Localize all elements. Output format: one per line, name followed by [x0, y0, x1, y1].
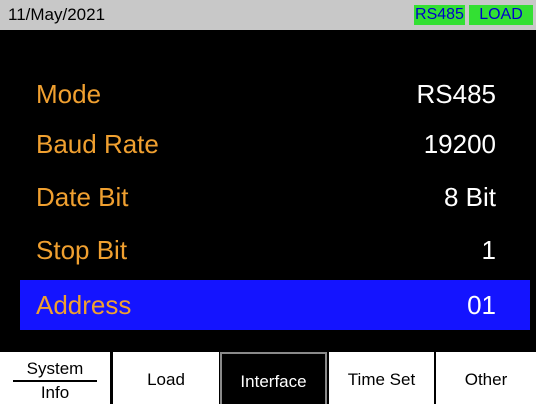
setting-label: Baud Rate [36, 129, 159, 159]
status-bar: 11/May/2021 RS485 LOAD [0, 0, 536, 30]
load-mode-badge: LOAD [469, 5, 533, 25]
softkey-label: Load [147, 370, 185, 389]
status-date: 11/May/2021 [8, 5, 106, 24]
setting-value: RS485 [416, 79, 497, 109]
setting-row-stop-bit[interactable]: Stop Bit 1 [20, 228, 530, 272]
setting-value: 01 [467, 290, 496, 320]
setting-label: Stop Bit [36, 235, 128, 265]
device-screen: 11/May/2021 RS485 LOAD Mode RS485 Baud R… [0, 0, 536, 404]
setting-row-address[interactable]: Address 01 [20, 280, 530, 330]
softkey-label: Other [464, 370, 508, 389]
setting-row-mode[interactable]: Mode RS485 [20, 72, 530, 116]
interface-badge: RS485 [414, 5, 465, 25]
setting-row-data-bit[interactable]: Date Bit 8 Bit [20, 175, 530, 219]
softkey-bar: System Info Load Interface Time Set Othe… [0, 352, 536, 404]
setting-label: Date Bit [36, 182, 129, 212]
softkey-load[interactable]: Load [113, 352, 219, 404]
setting-value: 8 Bit [443, 182, 496, 212]
softkey-time-set[interactable]: Time Set [329, 352, 434, 404]
softkey-label-bottom: Info [40, 383, 70, 402]
softkey-label-top: System [26, 359, 84, 378]
softkey-label: Interface [240, 372, 307, 391]
softkey-other[interactable]: Other [436, 352, 536, 404]
setting-value: 1 [481, 235, 496, 265]
setting-row-baud-rate[interactable]: Baud Rate 19200 [20, 122, 530, 166]
setting-label: Mode [36, 79, 102, 109]
softkey-label: Time Set [347, 370, 416, 389]
setting-value: 19200 [423, 129, 496, 159]
setting-label: Address [36, 290, 132, 320]
softkey-interface[interactable]: Interface [220, 352, 327, 404]
softkey-system-info[interactable]: System Info [0, 352, 110, 404]
